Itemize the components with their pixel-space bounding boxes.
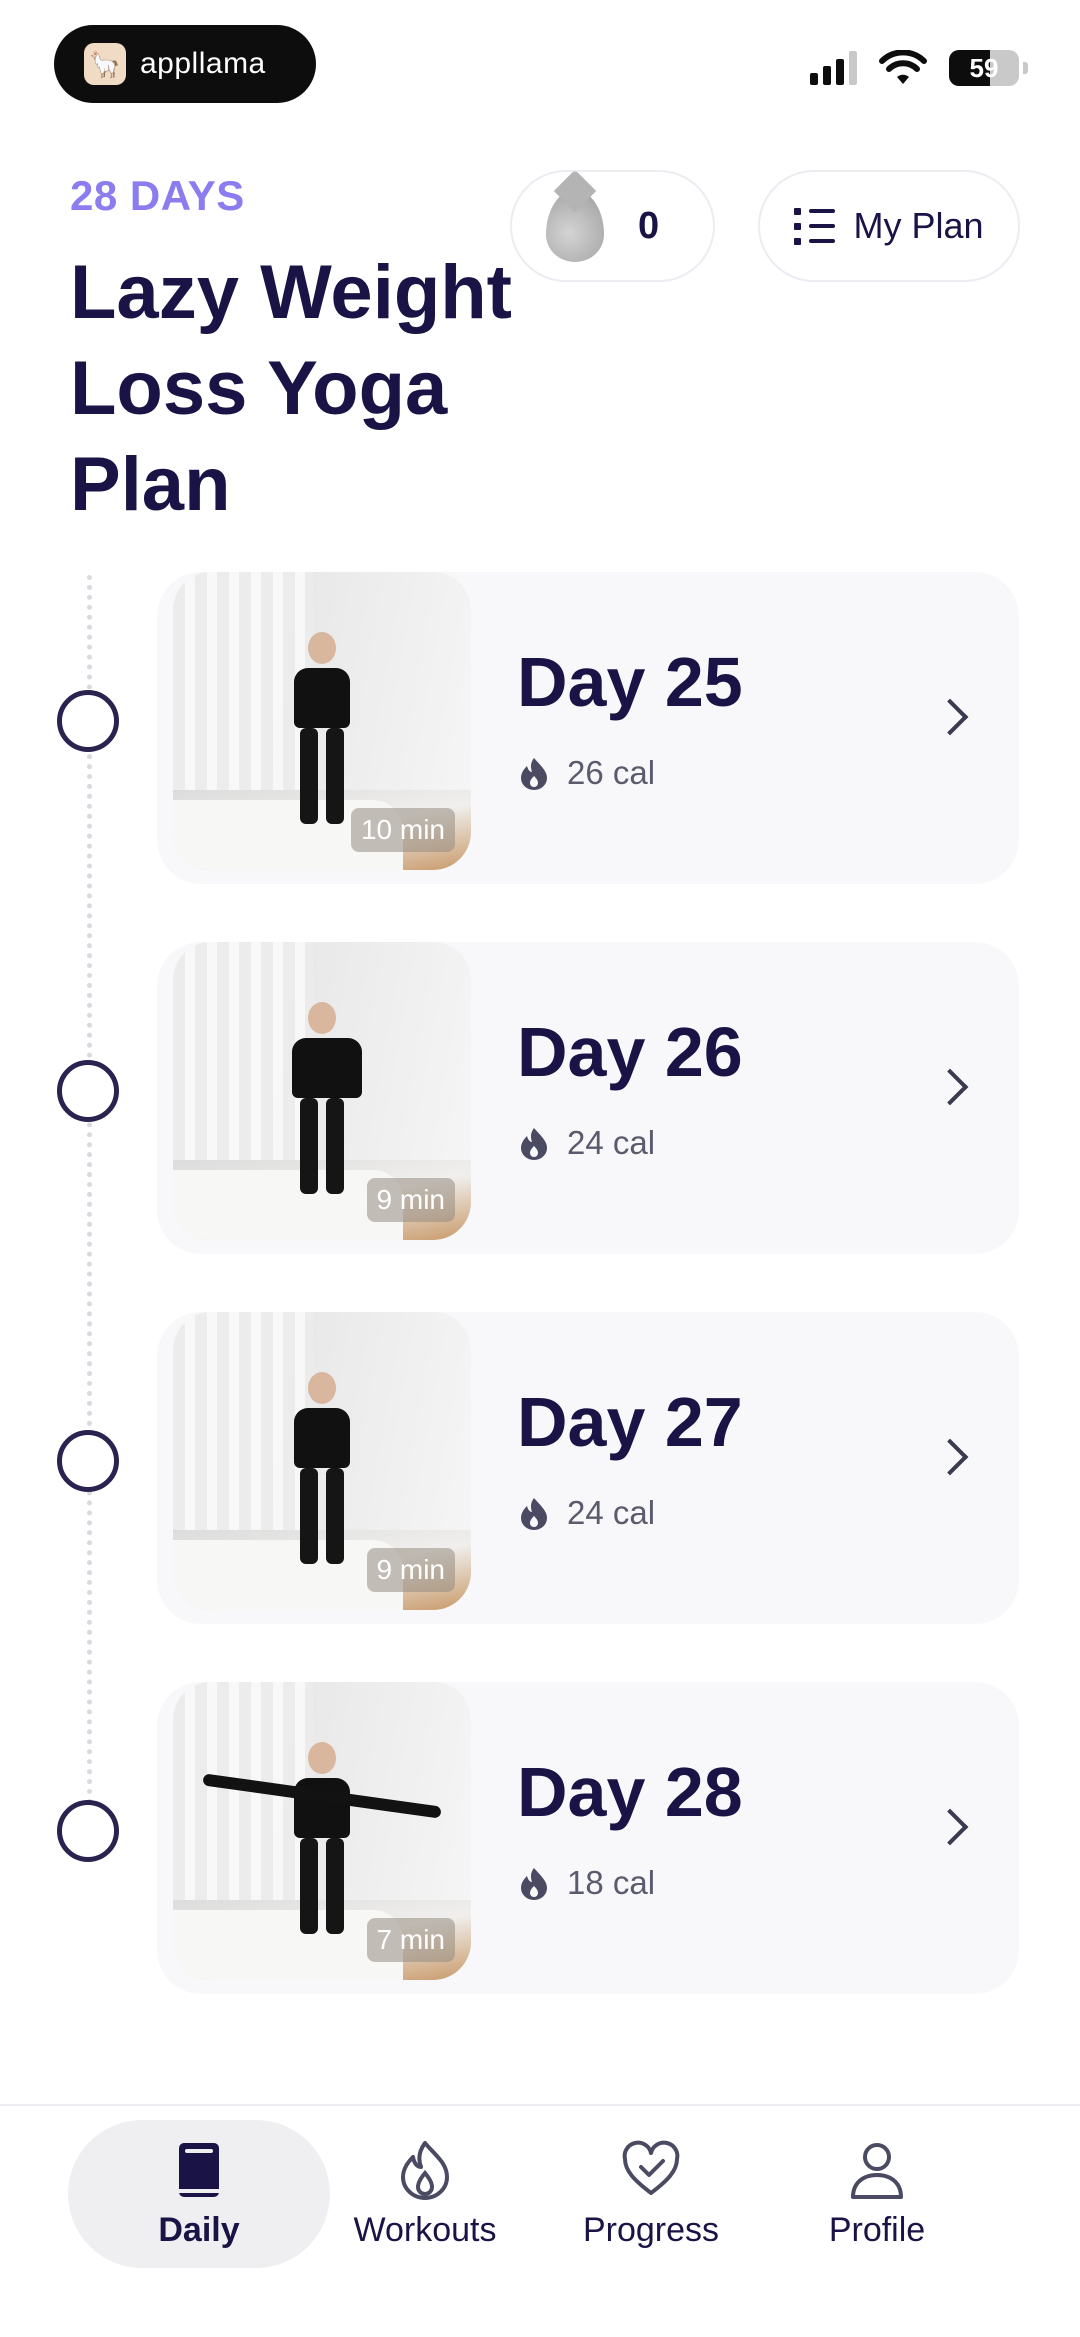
wifi-icon xyxy=(879,50,927,84)
calories-text: 24 cal xyxy=(567,1494,656,1531)
workout-thumbnail: 10 min xyxy=(173,572,471,870)
calories-row: 26 cal xyxy=(519,754,655,792)
plan-duration-label: 28 DAYS xyxy=(70,172,245,219)
nav-item-workouts[interactable]: Workouts xyxy=(310,2120,540,2268)
my-plan-label: My Plan xyxy=(853,205,984,246)
calories-row: 24 cal xyxy=(519,1494,655,1532)
workout-thumbnail: 9 min xyxy=(173,942,471,1240)
nav-label-workouts: Workouts xyxy=(353,2210,497,2249)
daily-plan-screen: 🦙 appllama 59 28 DAYS Lazy Weight Loss Y… xyxy=(0,0,1080,2337)
workout-thumbnail: 9 min xyxy=(173,1312,471,1610)
bottom-nav: Daily Workouts Progress Profile xyxy=(0,2104,1080,2337)
day-card-25[interactable]: 10 min Day 25 26 cal xyxy=(157,572,1019,884)
calories-text: 24 cal xyxy=(567,1124,656,1161)
my-plan-button[interactable]: My Plan xyxy=(758,170,1020,282)
flame-icon xyxy=(521,1498,547,1530)
brand-name: appllama xyxy=(140,47,266,80)
day-title: Day 26 xyxy=(517,1013,743,1091)
duration-badge: 10 min xyxy=(350,808,455,852)
day-card-27[interactable]: 9 min Day 27 24 cal xyxy=(157,1312,1019,1624)
battery-level: 59 xyxy=(969,52,999,83)
calories-text: 18 cal xyxy=(567,1864,656,1901)
heart-check-icon xyxy=(622,2140,680,2195)
timeline-line xyxy=(87,575,92,1855)
day-status-circle xyxy=(57,1430,119,1492)
nav-label-profile: Profile xyxy=(828,2210,926,2249)
chevron-right-icon xyxy=(931,1068,969,1106)
flame-icon xyxy=(521,758,547,790)
battery-nub xyxy=(1023,62,1028,74)
day-card-28[interactable]: 7 min Day 28 18 cal xyxy=(157,1682,1019,1994)
water-drop-icon xyxy=(546,190,604,262)
nav-label-progress: Progress xyxy=(582,2210,720,2249)
duration-badge: 9 min xyxy=(366,1178,455,1222)
chevron-right-icon xyxy=(931,1438,969,1476)
workout-thumbnail: 7 min xyxy=(173,1682,471,1980)
chevron-right-icon xyxy=(931,698,969,736)
cellular-signal-icon xyxy=(810,51,857,85)
flame-icon xyxy=(401,2140,449,2200)
brand-pill: 🦙 appllama xyxy=(54,25,316,103)
nav-item-daily[interactable]: Daily xyxy=(68,2120,330,2268)
day-card-26[interactable]: 9 min Day 26 24 cal xyxy=(157,942,1019,1254)
day-title: Day 28 xyxy=(517,1753,743,1831)
book-icon xyxy=(179,2142,219,2197)
list-icon xyxy=(794,207,836,245)
chevron-right-icon xyxy=(931,1808,969,1846)
calories-row: 18 cal xyxy=(519,1864,655,1902)
day-title: Day 27 xyxy=(517,1383,743,1461)
llama-logo-icon: 🦙 xyxy=(84,43,126,85)
flame-icon xyxy=(521,1868,547,1900)
person-icon xyxy=(851,2142,903,2199)
calories-text: 26 cal xyxy=(567,754,656,791)
day-status-circle xyxy=(57,1800,119,1862)
flame-icon xyxy=(521,1128,547,1160)
nav-item-profile[interactable]: Profile xyxy=(762,2120,992,2268)
nav-item-progress[interactable]: Progress xyxy=(536,2120,766,2268)
day-status-circle xyxy=(57,1060,119,1122)
battery-icon: 59 xyxy=(949,50,1019,86)
drops-button[interactable]: 0 xyxy=(510,170,715,282)
duration-badge: 9 min xyxy=(366,1548,455,1592)
status-indicators: 59 xyxy=(810,50,1028,86)
duration-badge: 7 min xyxy=(366,1918,455,1962)
page-title: Lazy Weight Loss Yoga Plan xyxy=(70,250,512,527)
calories-row: 24 cal xyxy=(519,1124,655,1162)
drops-count: 0 xyxy=(638,204,660,247)
day-status-circle xyxy=(57,690,119,752)
day-title: Day 25 xyxy=(517,643,743,721)
nav-label-daily: Daily xyxy=(158,2210,240,2249)
